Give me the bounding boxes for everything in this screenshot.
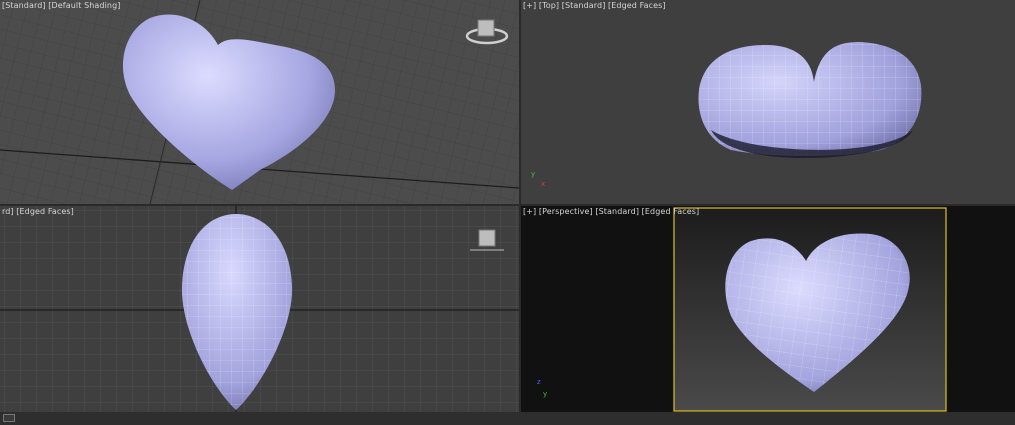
viewport-canvas (0, 206, 519, 412)
axis-z-label: z (537, 378, 541, 386)
viewport-divider-horizontal[interactable] (0, 204, 1015, 206)
viewport-label[interactable]: [Standard] [Default Shading] (2, 1, 121, 10)
viewport-label[interactable]: rd] [Edged Faces] (2, 207, 74, 216)
viewport-label[interactable]: [+] [Perspective] [Standard] [Edged Face… (523, 207, 699, 216)
viewport-perspective-shaded[interactable]: [Standard] [Default Shading] (0, 0, 519, 204)
viewport-canvas (673, 207, 947, 412)
status-bar (0, 412, 1015, 425)
viewport-front[interactable]: rd] [Edged Faces] (0, 206, 519, 412)
axis-x-label: x (541, 180, 546, 188)
viewport-grid (0, 0, 519, 204)
axis-y-label: y (543, 390, 548, 398)
axis-y-label: y (531, 170, 536, 178)
viewport-label[interactable]: [+] [Top] [Standard] [Edged Faces] (523, 1, 666, 10)
status-icon[interactable] (3, 414, 15, 422)
heart-mesh-top (698, 42, 922, 158)
viewport-perspective-edged[interactable]: [+] [Perspective] [Standard] [Edged Face… (521, 206, 1015, 412)
viewport-divider-vertical[interactable] (519, 0, 521, 412)
viewport-canvas (698, 42, 922, 158)
viewport-top[interactable]: [+] [Top] [Standard] [Edged Faces] y x (521, 0, 1015, 204)
